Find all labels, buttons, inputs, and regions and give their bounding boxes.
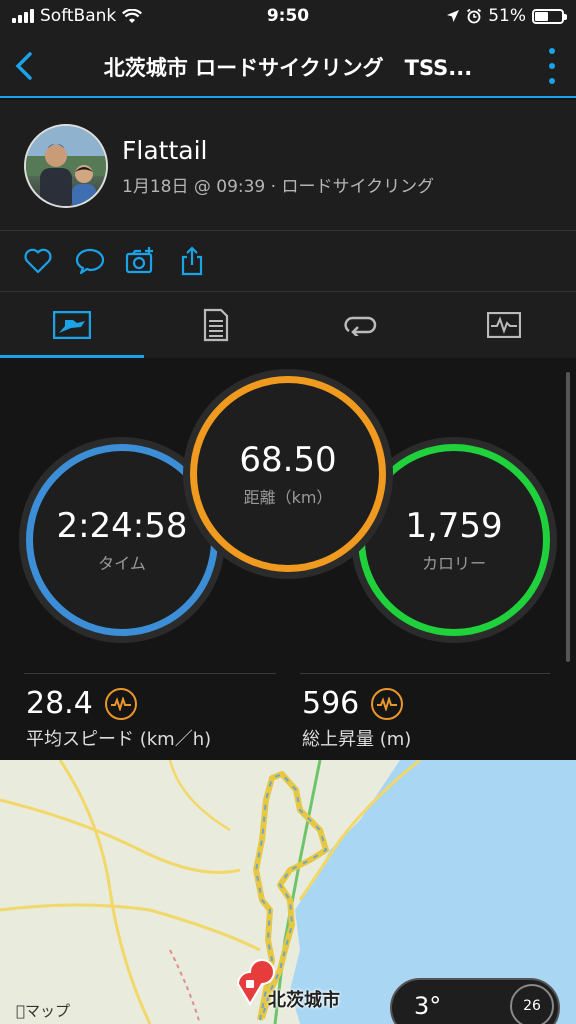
battery-icon bbox=[532, 8, 567, 24]
nav-bar: 北茨城市 ロードサイクリング TSS... bbox=[0, 34, 576, 98]
status-right: 51% bbox=[446, 6, 567, 26]
page-title: 北茨城市 ロードサイクリング TSS... bbox=[103, 56, 473, 80]
share-icon[interactable] bbox=[176, 245, 208, 277]
temperature: 3° bbox=[414, 992, 442, 1020]
divider bbox=[300, 673, 550, 674]
location-icon bbox=[447, 10, 460, 22]
elevation-gain-metric: 596 総上昇量 (m) bbox=[302, 686, 411, 751]
status-bar: SoftBank 9:50 51% bbox=[0, 0, 576, 34]
overview-chart-icon bbox=[53, 311, 91, 339]
tab-active-indicator bbox=[0, 355, 144, 358]
battery-percent: 51% bbox=[488, 6, 526, 26]
avatar-photo bbox=[26, 126, 106, 206]
distance-value: 68.50 bbox=[239, 440, 337, 480]
time-value: 2:24:58 bbox=[56, 506, 188, 546]
divider bbox=[24, 673, 276, 674]
avatar[interactable] bbox=[24, 124, 108, 208]
time-label: タイム bbox=[98, 554, 146, 573]
tab-laps[interactable] bbox=[288, 292, 432, 358]
tab-charts[interactable] bbox=[432, 292, 576, 358]
activity-pulse-icon bbox=[104, 687, 137, 720]
distance-ring: 68.50 距離（km） bbox=[190, 376, 386, 572]
calories-label: カロリー bbox=[421, 554, 486, 573]
city-label: 北茨城市 bbox=[268, 990, 340, 1011]
elevation-gain-value: 596 bbox=[302, 686, 360, 721]
nav-accent-line bbox=[0, 96, 576, 98]
calories-ring: 1,759 カロリー bbox=[358, 444, 550, 636]
apple-logo-icon:  bbox=[16, 1002, 25, 1020]
graph-pulse-icon bbox=[487, 312, 521, 338]
wind-speed-indicator: 26 bbox=[510, 984, 554, 1024]
action-bar bbox=[0, 231, 576, 291]
avg-speed-label: 平均スピード (km／h) bbox=[26, 729, 212, 750]
tab-stats[interactable] bbox=[144, 292, 288, 358]
add-photo-camera-icon[interactable] bbox=[124, 245, 156, 277]
activity-pulse-icon bbox=[371, 687, 404, 720]
weather-widget[interactable]: 3° 26 bbox=[390, 978, 560, 1024]
back-chevron-icon[interactable] bbox=[10, 50, 40, 82]
user-name[interactable]: Flattail bbox=[122, 136, 207, 165]
stats-panel: 2:24:58 タイム 1,759 カロリー 68.50 距離（km） 28.4… bbox=[0, 360, 576, 760]
activity-header: Flattail 1月18日 @ 09:39 · ロードサイクリング bbox=[0, 100, 576, 230]
scrollbar[interactable] bbox=[566, 372, 570, 662]
route-map[interactable]: 北茨城市 マップ 3° 26 bbox=[0, 760, 576, 1024]
comment-bubble-icon[interactable] bbox=[74, 245, 106, 277]
distance-label: 距離（km） bbox=[243, 488, 333, 507]
tab-overview[interactable] bbox=[0, 292, 144, 358]
like-heart-icon[interactable] bbox=[22, 245, 54, 277]
avg-speed-metric: 28.4 平均スピード (km／h) bbox=[26, 686, 211, 751]
document-list-icon bbox=[203, 308, 229, 342]
calories-value: 1,759 bbox=[405, 506, 503, 546]
more-options-icon[interactable] bbox=[546, 48, 558, 84]
avg-speed-value: 28.4 bbox=[26, 686, 93, 721]
elevation-gain-label: 総上昇量 (m) bbox=[302, 729, 412, 750]
maps-attribution: マップ bbox=[16, 1002, 70, 1020]
activity-date-type: 1月18日 @ 09:39 · ロードサイクリング bbox=[122, 177, 435, 197]
tab-bar bbox=[0, 292, 576, 358]
laps-loop-icon bbox=[344, 316, 377, 336]
alarm-icon bbox=[467, 8, 482, 24]
